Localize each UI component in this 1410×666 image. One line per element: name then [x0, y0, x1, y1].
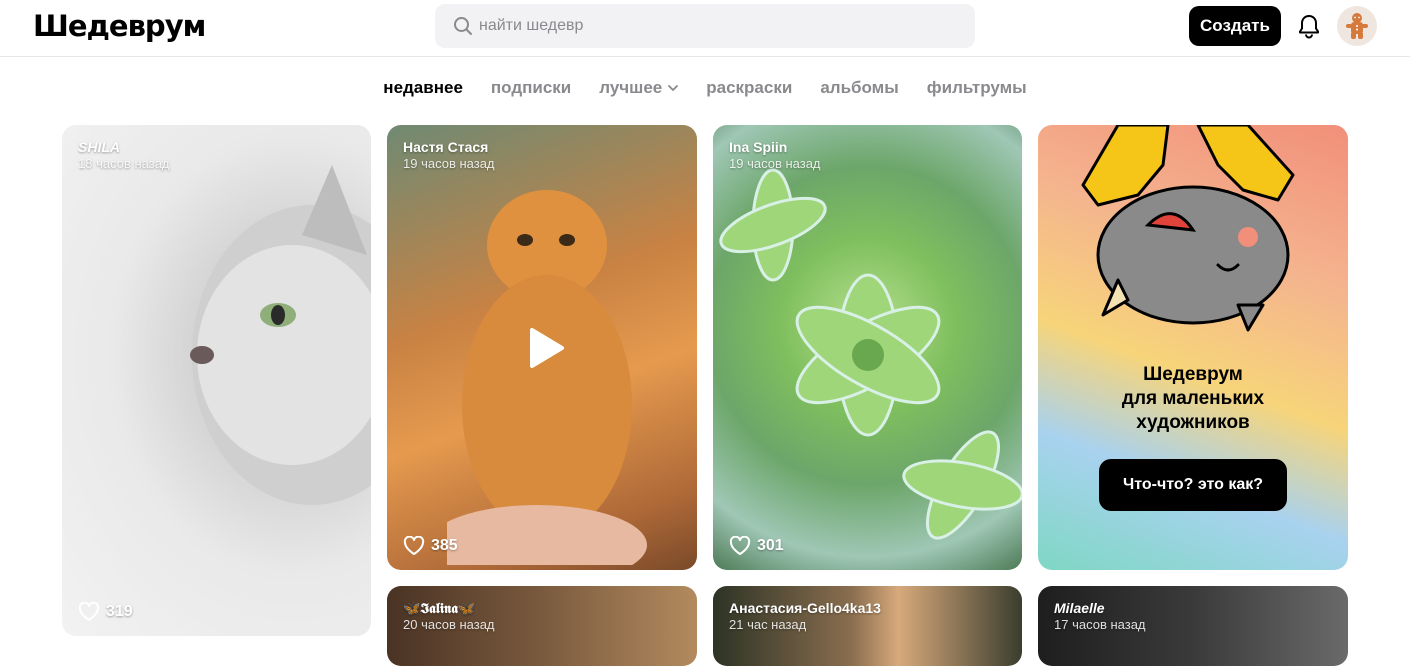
search-icon	[454, 17, 472, 35]
card-author[interactable]: Анастасия-Gello4ka13	[729, 600, 881, 616]
card-author[interactable]: Milaelle	[1054, 600, 1105, 616]
like-button[interactable]: 385	[403, 536, 458, 556]
card-author[interactable]: Настя Стася	[403, 139, 488, 155]
bell-icon[interactable]	[1295, 12, 1323, 40]
card-time: 18 часов назад	[78, 156, 170, 171]
create-button[interactable]: Создать	[1189, 6, 1281, 46]
feed-card[interactable]: 🦋𝕴𝖆𝖑𝖎𝖓𝖆🦋 20 часов назад	[387, 586, 697, 666]
promo-title: Шедеврум для маленьких художников	[1121, 364, 1265, 433]
tab-albums[interactable]: альбомы	[820, 78, 898, 98]
like-count: 385	[431, 537, 458, 554]
card-author[interactable]: Ina Spiin	[729, 139, 787, 155]
search-bar[interactable]	[435, 4, 975, 48]
top-header: Шедеврум Создать	[0, 0, 1410, 57]
feed-card[interactable]: Ina Spiin 19 часов назад 301	[713, 125, 1022, 570]
feed-tabs: недавнее подписки лучшее раскраски альбо…	[0, 78, 1410, 98]
card-time: 19 часов назад	[729, 156, 821, 171]
card-time: 20 часов назад	[403, 617, 495, 632]
card-author[interactable]: SHILA	[78, 139, 120, 155]
feed-card[interactable]: SHILA 18 часов назад 319	[62, 125, 371, 636]
chevron-down-icon	[668, 85, 679, 91]
feed-card[interactable]: Анастасия-Gello4ka13 21 час назад	[713, 586, 1022, 666]
promo-card[interactable]: Шедеврум для маленьких художников Что-чт…	[1038, 125, 1348, 570]
feed-card[interactable]: Настя Стася 19 часов назад 385	[387, 125, 697, 570]
play-icon[interactable]	[520, 324, 568, 372]
promo-button[interactable]: Что-что? это как?	[1099, 459, 1287, 511]
like-count: 319	[106, 603, 133, 620]
gingerbread-icon	[1346, 13, 1368, 39]
kitten-image	[190, 165, 371, 505]
avatar[interactable]	[1337, 6, 1377, 46]
heart-icon	[78, 602, 100, 621]
mascot-illustration	[1081, 125, 1295, 332]
tab-best[interactable]: лучшее	[599, 78, 679, 98]
flowers-image	[719, 168, 1022, 540]
card-time: 17 часов назад	[1054, 617, 1146, 632]
feed-card[interactable]: Milaelle 17 часов назад	[1038, 586, 1348, 666]
tab-subscriptions[interactable]: подписки	[491, 78, 571, 98]
heart-icon	[729, 536, 751, 555]
card-author[interactable]: 🦋𝕴𝖆𝖑𝖎𝖓𝖆🦋	[403, 600, 475, 617]
card-time: 21 час назад	[729, 617, 807, 632]
like-button[interactable]: 319	[78, 602, 133, 622]
heart-icon	[403, 536, 425, 555]
like-button[interactable]: 301	[729, 536, 784, 556]
tab-filters[interactable]: фильтрумы	[927, 78, 1027, 98]
tab-coloring[interactable]: раскраски	[706, 78, 792, 98]
logo[interactable]: Шедеврум	[33, 9, 206, 43]
card-time: 19 часов назад	[403, 156, 495, 171]
like-count: 301	[757, 537, 784, 554]
tab-recent[interactable]: недавнее	[383, 78, 463, 98]
search-input[interactable]	[479, 4, 959, 48]
